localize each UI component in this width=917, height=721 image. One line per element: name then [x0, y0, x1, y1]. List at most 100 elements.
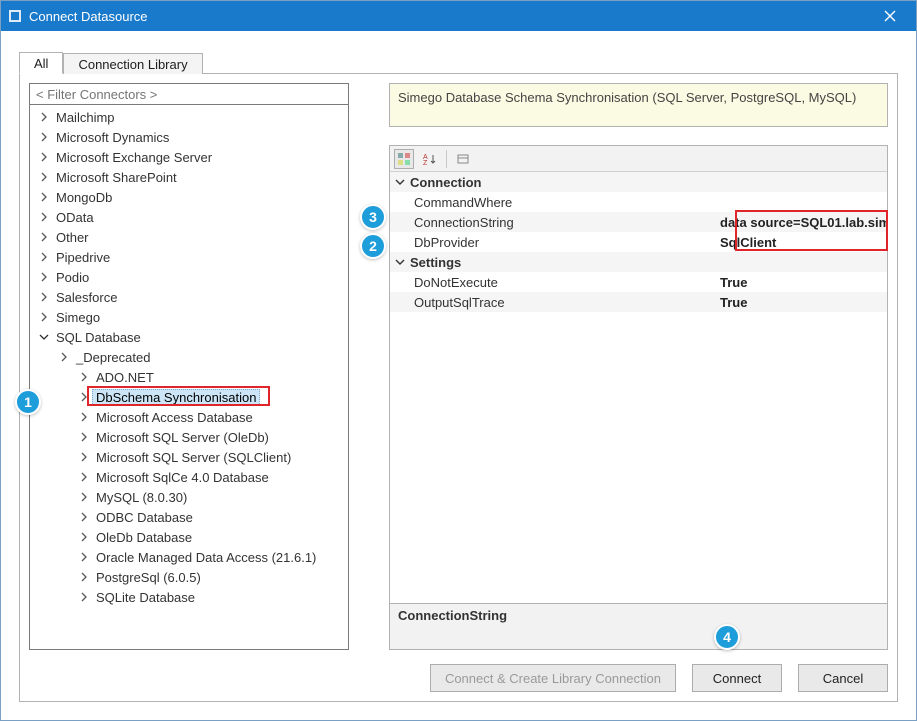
tree-item-label: Other — [52, 229, 93, 246]
tab-all[interactable]: All — [19, 52, 63, 74]
property-grid-toolbar: AZ — [390, 146, 887, 172]
tree-item-label: Microsoft SharePoint — [52, 169, 181, 186]
property-grid-body: Connection CommandWhere ConnectionString… — [390, 172, 887, 603]
property-category-connection[interactable]: Connection — [390, 172, 887, 192]
connector-tree-pane: Mailchimp Microsoft DynamicsMicrosoft Exc… — [29, 83, 349, 650]
chevron-right-icon[interactable] — [38, 271, 50, 283]
tree-item-label: Microsoft Dynamics — [52, 129, 173, 146]
property-row-dbprovider[interactable]: DbProvider SqlClient — [390, 232, 887, 252]
tree-item[interactable]: PostgreSql (6.0.5) — [30, 567, 348, 587]
tree-item-label: Microsoft Access Database — [92, 409, 257, 426]
property-row-connectionstring[interactable]: ConnectionString data source=SQL01.lab.s… — [390, 212, 887, 232]
tree-item[interactable]: Microsoft Dynamics — [30, 127, 348, 147]
connector-tree: Mailchimp Microsoft DynamicsMicrosoft Exc… — [29, 105, 349, 650]
chevron-right-icon[interactable] — [38, 171, 50, 183]
tree-item[interactable]: SQLite Database — [30, 587, 348, 607]
tree-spacer — [78, 371, 90, 383]
tree-item[interactable]: Pipedrive — [30, 247, 348, 267]
tree-item[interactable]: OleDb Database — [30, 527, 348, 547]
tree-spacer — [78, 391, 90, 403]
tree-item[interactable]: MongoDb — [30, 187, 348, 207]
close-button[interactable] — [870, 1, 910, 31]
tree-spacer — [78, 591, 90, 603]
property-row-outputsqltrace[interactable]: OutputSqlTrace True — [390, 292, 887, 312]
chevron-down-icon[interactable] — [390, 257, 410, 267]
tree-item[interactable]: Microsoft Exchange Server — [30, 147, 348, 167]
tree-item-label: Microsoft SQL Server (OleDb) — [92, 429, 273, 446]
property-description: ConnectionString — [390, 603, 887, 649]
tree-item[interactable]: Mailchimp — [30, 107, 348, 127]
connector-description: Simego Database Schema Synchronisation (… — [389, 83, 888, 127]
tree-item[interactable]: ODBC Database — [30, 507, 348, 527]
tree-spacer — [78, 571, 90, 583]
tree-item[interactable]: Oracle Managed Data Access (21.6.1) — [30, 547, 348, 567]
tree-item[interactable]: Microsoft SQL Server (OleDb) — [30, 427, 348, 447]
chevron-right-icon[interactable] — [38, 151, 50, 163]
tree-item-label: MySQL (8.0.30) — [92, 489, 191, 506]
tree-spacer — [78, 411, 90, 423]
property-row-commandwhere[interactable]: CommandWhere — [390, 192, 887, 212]
chevron-right-icon[interactable] — [38, 311, 50, 323]
callout-badge-3: 3 — [360, 204, 386, 230]
tree-item[interactable]: MySQL (8.0.30) — [30, 487, 348, 507]
tree-spacer — [78, 531, 90, 543]
tree-item[interactable]: Microsoft SqlCe 4.0 Database — [30, 467, 348, 487]
chevron-right-icon[interactable] — [58, 351, 70, 363]
titlebar: Connect Datasource — [1, 1, 916, 31]
connector-description-text: Simego Database Schema Synchronisation (… — [398, 90, 856, 105]
chevron-right-icon[interactable] — [38, 211, 50, 223]
property-pages-icon[interactable] — [453, 149, 473, 169]
connect-button[interactable]: Connect — [692, 664, 782, 692]
tree-item-label: Simego — [52, 309, 104, 326]
chevron-right-icon[interactable] — [38, 291, 50, 303]
tree-item-label: OleDb Database — [92, 529, 196, 546]
dialog-window: Connect Datasource All Connection Librar… — [0, 0, 917, 721]
tree-item-label: ODBC Database — [92, 509, 197, 526]
tree-spacer — [78, 431, 90, 443]
tree-item[interactable]: OData — [30, 207, 348, 227]
chevron-right-icon[interactable] — [38, 191, 50, 203]
tree-item[interactable]: Other — [30, 227, 348, 247]
tree-item[interactable]: SQL Database — [30, 327, 348, 347]
tree-spacer — [78, 511, 90, 523]
toolbar-separator — [446, 150, 447, 168]
callout-badge-1: 1 — [15, 389, 41, 415]
property-category-settings[interactable]: Settings — [390, 252, 887, 272]
svg-text:Z: Z — [423, 160, 428, 166]
tree-item-label: Podio — [52, 269, 93, 286]
tree-item[interactable]: Salesforce — [30, 287, 348, 307]
property-grid: AZ Connectio — [389, 145, 888, 650]
tree-item[interactable]: Microsoft SharePoint — [30, 167, 348, 187]
chevron-right-icon[interactable] — [38, 231, 50, 243]
window-title: Connect Datasource — [29, 9, 870, 24]
categorized-icon[interactable] — [394, 149, 414, 169]
tree-item-label: Microsoft SQL Server (SQLClient) — [92, 449, 295, 466]
tab-connection-library[interactable]: Connection Library — [63, 53, 202, 74]
tree-item[interactable]: Microsoft SQL Server (SQLClient) — [30, 447, 348, 467]
chevron-right-icon[interactable] — [38, 131, 50, 143]
client-area: All Connection Library Mailchimp Microsof… — [1, 31, 916, 720]
connector-tree-scroll[interactable]: Mailchimp Microsoft DynamicsMicrosoft Exc… — [30, 105, 348, 649]
tree-spacer — [78, 551, 90, 563]
cancel-button[interactable]: Cancel — [798, 664, 888, 692]
callout-badge-4: 4 — [714, 624, 740, 650]
tree-item[interactable]: Microsoft Access Database — [30, 407, 348, 427]
app-icon — [7, 8, 23, 24]
chevron-down-icon[interactable] — [38, 331, 50, 343]
tree-spacer — [78, 491, 90, 503]
chevron-right-icon[interactable] — [38, 111, 50, 123]
filter-connectors-input[interactable] — [29, 83, 349, 105]
tree-item[interactable]: _Deprecated — [30, 347, 348, 367]
tree-item[interactable]: ADO.NET — [30, 367, 348, 387]
tree-item[interactable]: Podio — [30, 267, 348, 287]
tree-item[interactable]: Simego — [30, 307, 348, 327]
property-row-donotexecute[interactable]: DoNotExecute True — [390, 272, 887, 292]
tab-panel: Mailchimp Microsoft DynamicsMicrosoft Exc… — [19, 73, 898, 702]
tree-item[interactable]: DbSchema Synchronisation — [30, 387, 348, 407]
alphabetical-icon[interactable]: AZ — [420, 149, 440, 169]
chevron-down-icon[interactable] — [390, 177, 410, 187]
chevron-right-icon[interactable] — [38, 251, 50, 263]
tree-item-label: _Deprecated — [72, 349, 154, 366]
connect-create-library-button[interactable]: Connect & Create Library Connection — [430, 664, 676, 692]
tab-bar: All Connection Library — [19, 49, 898, 73]
